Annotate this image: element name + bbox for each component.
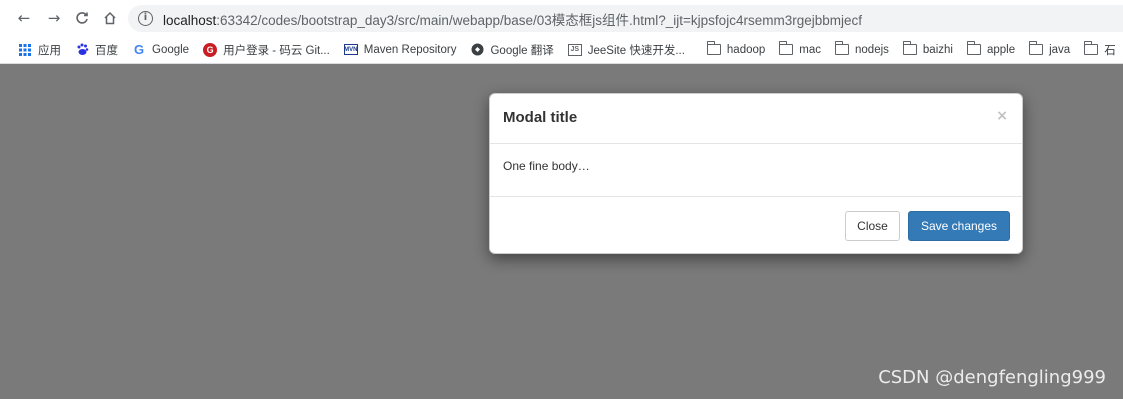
bookmark-folder-hadoop[interactable]: hadoop (706, 41, 766, 56)
bookmark-folder-more[interactable]: 石 (1083, 41, 1116, 58)
baidu-icon (75, 43, 89, 57)
apps-icon (18, 43, 32, 57)
bookmark-label: nodejs (855, 43, 889, 56)
bookmark-label: baizhi (922, 43, 953, 56)
forward-icon[interactable]: → (44, 8, 64, 28)
watermark: CSDN @dengfengling999 (878, 367, 1106, 388)
modal-body-text: One fine body… (503, 159, 590, 173)
modal-header: Modal title × (490, 94, 1022, 144)
address-bar[interactable]: i localhost:63342/codes/bootstrap_day3/s… (128, 5, 1123, 32)
bookmark-maven[interactable]: MVN Maven Repository (343, 43, 457, 56)
bookmark-baidu[interactable]: 百度 (75, 42, 118, 58)
url-path: :63342/codes/bootstrap_day3/src/main/web… (216, 12, 862, 28)
translate-icon (470, 43, 484, 57)
folder-icon (706, 41, 721, 55)
folder-icon (902, 41, 917, 55)
back-icon[interactable]: ← (14, 8, 34, 28)
folder-icon (1028, 41, 1044, 55)
modal-title: Modal title (503, 109, 578, 126)
gitee-icon: G (203, 42, 218, 57)
close-icon[interactable]: × (996, 108, 1008, 124)
bookmark-label: java (1049, 43, 1071, 56)
bookmark-label: Google 翻译 (490, 44, 554, 57)
url-text[interactable]: localhost:63342/codes/bootstrap_day3/src… (163, 9, 862, 29)
bookmark-label: JeeSite 快速开发... (587, 44, 685, 57)
folder-icon (966, 41, 981, 55)
bookmark-label: 石 (1104, 44, 1116, 57)
bookmarks-bar: 应用 百度 G Google G 用户登录 - 码云 Git... MVN Ma… (0, 36, 1123, 64)
bookmark-folder-apple[interactable]: apple (966, 41, 1016, 56)
bookmark-google-translate[interactable]: Google 翻译 (470, 42, 554, 58)
url-host: localhost (163, 12, 217, 28)
home-icon[interactable] (100, 8, 120, 28)
folder-icon (1083, 41, 1099, 55)
bookmark-apps[interactable]: 应用 (18, 42, 61, 58)
bookmark-label: 用户登录 - 码云 Git... (223, 44, 330, 57)
bookmark-gitee[interactable]: G 用户登录 - 码云 Git... (203, 42, 330, 58)
modal-body: One fine body… (490, 144, 1022, 197)
bookmark-label: Maven Repository (363, 43, 457, 56)
bookmark-folder-nodejs[interactable]: nodejs (834, 41, 889, 56)
maven-icon: MVN (343, 44, 358, 55)
google-icon: G (133, 42, 145, 57)
modal-dialog: Modal title × One fine body… Close Save … (489, 93, 1023, 254)
bookmark-jeesite[interactable]: JS JeeSite 快速开发... (567, 42, 685, 58)
bookmark-label: 应用 (38, 44, 61, 57)
bookmark-folder-mac[interactable]: mac (778, 41, 822, 56)
browser-toolbar: ← → i localhost:63342/codes/bootstrap_da… (0, 0, 1123, 36)
close-button[interactable]: Close (845, 211, 900, 241)
folder-icon (778, 41, 794, 55)
bookmark-label: mac (799, 43, 822, 56)
reload-icon[interactable] (72, 8, 92, 28)
bookmark-folder-baizhi[interactable]: baizhi (902, 41, 953, 56)
save-changes-button[interactable]: Save changes (908, 211, 1010, 241)
modal-footer: Close Save changes (490, 197, 1022, 253)
bookmark-google[interactable]: G Google (132, 42, 190, 57)
folder-icon (834, 41, 850, 55)
bookmark-label: Google (152, 43, 190, 56)
bookmark-label: hadoop (726, 43, 766, 56)
bookmark-label: 百度 (95, 44, 118, 57)
bookmark-label: apple (986, 43, 1016, 56)
jeesite-icon: JS (567, 43, 582, 56)
site-info-icon[interactable]: i (138, 11, 153, 26)
bookmark-folder-java[interactable]: java (1028, 41, 1071, 56)
